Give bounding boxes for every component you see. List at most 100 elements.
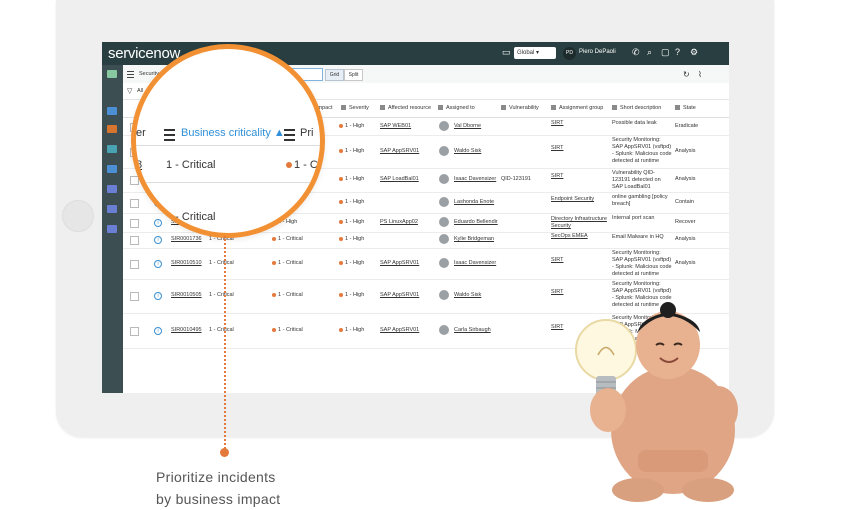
row-checkbox[interactable] bbox=[130, 236, 139, 245]
mag-header-right: Pri bbox=[300, 127, 314, 139]
state: Eradicate bbox=[675, 123, 699, 129]
col-short-description[interactable]: Short description bbox=[612, 105, 661, 111]
info-icon[interactable]: i bbox=[154, 260, 162, 268]
chat-icon[interactable]: ▢ bbox=[661, 47, 670, 58]
mag-priority-menu-icon[interactable] bbox=[284, 129, 295, 141]
col-severity[interactable]: Severity bbox=[341, 105, 369, 111]
caption-line-1: Prioritize incidents bbox=[156, 469, 276, 485]
assignment-group[interactable]: Endpoint Security bbox=[551, 196, 607, 203]
state: Analysis bbox=[675, 148, 696, 154]
search-icon[interactable]: ⌕ bbox=[647, 47, 652, 58]
mag-column-menu-icon[interactable] bbox=[164, 129, 175, 141]
assigned-to[interactable]: Waldo Sisk bbox=[454, 148, 481, 155]
business-criticality: 1 - Critical bbox=[209, 327, 234, 333]
severity-cell: 1 - High bbox=[339, 236, 364, 243]
info-icon[interactable]: i bbox=[154, 327, 162, 335]
phone-icon[interactable]: ✆ bbox=[632, 47, 640, 58]
affected-resource[interactable]: SAP AppSRV01 bbox=[380, 292, 419, 299]
filter-icon[interactable]: ▽ bbox=[127, 87, 132, 95]
assignment-group[interactable]: SecOps EMEA bbox=[551, 233, 607, 240]
scope-select[interactable]: Global ▾ bbox=[514, 47, 556, 59]
callout-line bbox=[224, 236, 226, 452]
assigned-to[interactable]: Isaac Davensizer bbox=[454, 176, 496, 183]
nav-item-3-icon[interactable] bbox=[107, 145, 117, 153]
incident-number[interactable]: SIR0010505 bbox=[171, 292, 202, 299]
affected-resource[interactable]: SAP AppSRV01 bbox=[380, 260, 419, 267]
business-criticality: 1 - Critical bbox=[209, 292, 234, 298]
split-button[interactable]: Split bbox=[344, 69, 363, 81]
assignment-group[interactable]: SIRT bbox=[551, 173, 607, 180]
col-assignment-group[interactable]: Assignment group bbox=[551, 105, 603, 111]
col-assigned-to[interactable]: Assigned to bbox=[438, 105, 475, 111]
state: Analysis bbox=[675, 260, 696, 266]
row-checkbox[interactable] bbox=[130, 260, 139, 269]
affected-resource[interactable]: SAP AppSRV01 bbox=[380, 327, 419, 334]
col-affected-resource[interactable]: Affected resource bbox=[380, 105, 431, 111]
brand-logo: servicenow bbox=[108, 45, 181, 62]
assigned-to[interactable]: Lashonda Enote bbox=[454, 199, 494, 206]
short-description: Security Monitoring: SAP AppSRV01 (vsftp… bbox=[612, 137, 672, 164]
assignment-group[interactable]: SIRT bbox=[551, 120, 607, 127]
home-icon[interactable] bbox=[107, 70, 117, 78]
nav-item-5-icon[interactable] bbox=[107, 185, 117, 193]
severity-cell: 1 - High bbox=[339, 199, 364, 206]
vulnerability[interactable]: QID-123191 bbox=[501, 176, 531, 183]
assignment-group[interactable]: SIRT bbox=[551, 257, 607, 264]
affected-resource[interactable]: SAP AppSRV01 bbox=[380, 148, 419, 155]
caption: Prioritize incidents by business impact bbox=[156, 466, 280, 510]
list-menu-icon[interactable] bbox=[127, 71, 134, 78]
short-description: Security Monitoring: SAP AppSRV01 (vsftp… bbox=[612, 250, 672, 277]
window-icon[interactable]: ▭ bbox=[502, 47, 511, 58]
nav-item-7-icon[interactable] bbox=[107, 225, 117, 233]
info-icon[interactable]: i bbox=[154, 236, 162, 244]
col-state[interactable]: State bbox=[675, 105, 696, 111]
impact-cell: 1 - Critical bbox=[272, 236, 303, 243]
table-row[interactable]: i SIR0010510 1 - Critical 1 - Critical 1 - H… bbox=[123, 248, 729, 280]
info-icon[interactable]: i bbox=[154, 219, 162, 227]
assignment-group[interactable]: SIRT bbox=[551, 145, 607, 152]
avatar bbox=[439, 197, 449, 207]
mag-business-criticality-header[interactable]: Business criticality ▲ bbox=[181, 127, 285, 139]
short-description: online gambling [policy breach] bbox=[612, 194, 668, 207]
incident-number[interactable]: SIR0001736 bbox=[171, 236, 202, 243]
callout-dot bbox=[220, 448, 229, 457]
nav-item-2-icon[interactable] bbox=[107, 125, 117, 133]
short-description: Vulnerability QID-123191 detected on SAP… bbox=[612, 170, 661, 190]
assigned-to[interactable]: Val Dborne bbox=[454, 123, 481, 130]
help-icon[interactable]: ? bbox=[675, 47, 680, 57]
user-name[interactable]: Piero DePaoli bbox=[579, 49, 616, 55]
row-checkbox[interactable] bbox=[130, 292, 139, 301]
grid-button[interactable]: Grid bbox=[325, 69, 344, 81]
incident-number[interactable]: SIR0010510 bbox=[171, 260, 202, 267]
gear-icon[interactable]: ⚙ bbox=[690, 47, 698, 58]
mag-row-number[interactable]: 8 bbox=[136, 159, 142, 171]
incident-number[interactable]: SIR0010495 bbox=[171, 327, 202, 334]
row-checkbox[interactable] bbox=[130, 219, 139, 228]
assignment-group[interactable]: Directory Infrastructure Security bbox=[551, 216, 607, 230]
avatar[interactable]: PD bbox=[563, 47, 576, 60]
activity-icon[interactable]: ⌇ bbox=[698, 70, 702, 79]
assigned-to[interactable]: Isaac Davensizer bbox=[454, 260, 496, 267]
nav-item-6-icon[interactable] bbox=[107, 205, 117, 213]
assigned-to[interactable]: Carla Sirbaugh bbox=[454, 327, 491, 334]
refresh-icon[interactable]: ↻ bbox=[683, 70, 690, 79]
assignment-group[interactable]: SIRT bbox=[551, 289, 607, 296]
row-checkbox[interactable] bbox=[130, 327, 139, 336]
col-vulnerability[interactable]: Vulnerability bbox=[501, 105, 539, 111]
business-criticality: 1 - Critical bbox=[209, 260, 234, 266]
nav-item-4-icon[interactable] bbox=[107, 165, 117, 173]
mag-row1-impact: 1 - C bbox=[286, 159, 318, 171]
short-description: Possible data leak bbox=[612, 120, 657, 126]
nav-item-1-icon[interactable] bbox=[107, 107, 117, 115]
affected-resource[interactable]: PS LinuxApp02 bbox=[380, 219, 418, 226]
assigned-to[interactable]: Kylie Bridgeman bbox=[454, 236, 494, 243]
left-nav bbox=[102, 65, 123, 393]
assigned-to[interactable]: Eduardo Bellendir bbox=[454, 219, 498, 226]
row-checkbox[interactable] bbox=[130, 199, 139, 208]
affected-resource[interactable]: SAP WEB01 bbox=[380, 123, 411, 130]
sumo-mascot-illustration bbox=[575, 302, 738, 502]
info-icon[interactable]: i bbox=[154, 292, 162, 300]
assigned-to[interactable]: Waldo Sisk bbox=[454, 292, 481, 299]
state: Analysis bbox=[675, 176, 696, 182]
affected-resource[interactable]: SAP LoadBal01 bbox=[380, 176, 419, 183]
